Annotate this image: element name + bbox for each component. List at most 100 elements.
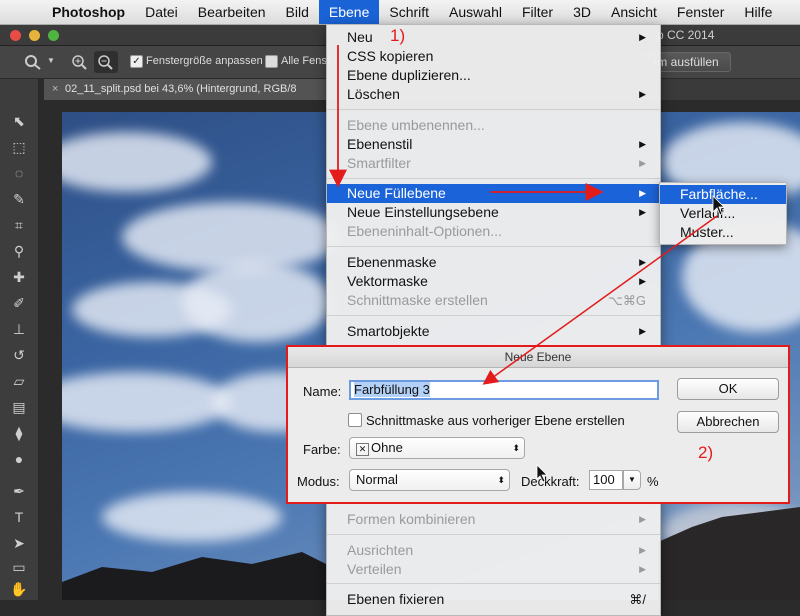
menu-bild[interactable]: Bild bbox=[276, 0, 319, 24]
shape-tool-icon[interactable]: ▭ bbox=[8, 557, 30, 577]
menu-datei[interactable]: Datei bbox=[135, 0, 188, 24]
menu-item-smartfilter[interactable]: Smartfilter ▶ bbox=[327, 154, 660, 173]
menu-item-label: Ebeneninhalt-Optionen... bbox=[347, 223, 502, 239]
name-label: Name: bbox=[303, 384, 342, 399]
zoom-out-button[interactable] bbox=[94, 51, 118, 73]
zoom-tool-icon[interactable] bbox=[24, 54, 42, 70]
menu-schrift[interactable]: Schrift bbox=[379, 0, 439, 24]
menu-item-label: Schnittmaske erstellen bbox=[347, 292, 488, 308]
menu-hilfe[interactable]: Hilfe bbox=[734, 0, 782, 24]
gradient-tool-icon[interactable]: ▤ bbox=[8, 397, 30, 417]
lasso-tool-icon[interactable]: ◌ bbox=[8, 163, 30, 183]
annotation-step-2: 2) bbox=[698, 443, 714, 462]
menu-fenster[interactable]: Fenster bbox=[667, 0, 734, 24]
path-selection-tool-icon[interactable]: ➤ bbox=[8, 533, 30, 553]
menu-item-verteilen[interactable]: Verteilen ▶ bbox=[327, 560, 660, 579]
menu-item-ebeneninhalt-optionen[interactable]: Ebeneninhalt-Optionen... bbox=[327, 222, 660, 241]
layer-name-input[interactable]: Farbfüllung 3 bbox=[349, 380, 659, 400]
eyedropper-tool-icon[interactable]: ⚲ bbox=[8, 241, 30, 261]
submenu-item-farbflaeche[interactable]: Farbfläche... bbox=[660, 185, 786, 204]
blur-tool-icon[interactable]: ⧫ bbox=[8, 423, 30, 443]
zoom-in-icon[interactable] bbox=[71, 54, 89, 70]
opacity-input[interactable]: 100 bbox=[589, 470, 623, 490]
menu-item-label: Ebene umbenennen... bbox=[347, 117, 485, 133]
quick-selection-tool-icon[interactable]: ✎ bbox=[8, 189, 30, 209]
menu-item-ebenenstil[interactable]: Ebenenstil ▶ bbox=[327, 135, 660, 154]
move-tool-icon[interactable]: ⬉ bbox=[8, 111, 30, 131]
history-brush-tool-icon[interactable]: ↺ bbox=[8, 345, 30, 365]
menu-item-label: Ebenenstil bbox=[347, 136, 413, 152]
select-arrows-icon: ⬍ bbox=[497, 475, 505, 485]
menu-item-schnittmaske-erstellen[interactable]: Schnittmaske erstellen ⌥⌘G bbox=[327, 291, 660, 310]
color-select-value: Ohne bbox=[371, 440, 403, 455]
menu-item-label: Neue Einstellungsebene bbox=[347, 204, 499, 220]
menu-item-label: Vektormaske bbox=[347, 273, 428, 289]
menu-separator bbox=[327, 534, 660, 535]
submenu-arrow-icon: ▶ bbox=[639, 139, 646, 149]
menu-item-smartobjekte[interactable]: Smartobjekte ▶ bbox=[327, 322, 660, 341]
menu-item-css-kopieren[interactable]: CSS kopieren bbox=[327, 47, 660, 66]
neue-ebene-dialog: Neue Ebene Name: Farbfüllung 3 OK Schnit… bbox=[288, 347, 788, 502]
menu-app-photoshop[interactable]: Photoshop bbox=[42, 0, 135, 24]
menu-3d[interactable]: 3D bbox=[563, 0, 601, 24]
document-tab-title: 02_11_split.psd bei 43,6% (Hintergrund, … bbox=[65, 83, 297, 95]
submenu-item-verlauf[interactable]: Verlauf... bbox=[660, 204, 786, 223]
type-tool-icon[interactable]: T bbox=[8, 507, 30, 527]
menu-item-ebene-umbenennen[interactable]: Ebene umbenennen... bbox=[327, 116, 660, 135]
close-window-button[interactable] bbox=[10, 30, 21, 41]
submenu-arrow-icon: ▶ bbox=[639, 158, 646, 168]
all-windows-checkbox[interactable] bbox=[265, 55, 278, 68]
menu-item-ebene-duplizieren[interactable]: Ebene duplizieren... bbox=[327, 66, 660, 85]
submenu-arrow-icon: ▶ bbox=[639, 32, 646, 42]
menu-item-formen-kombinieren[interactable]: Formen kombinieren ▶ bbox=[327, 510, 660, 529]
eraser-tool-icon[interactable]: ▱ bbox=[8, 371, 30, 391]
menu-item-label: Neue Füllebene bbox=[347, 185, 446, 201]
minimize-window-button[interactable] bbox=[29, 30, 40, 41]
all-windows-label: Alle Fenst bbox=[281, 55, 330, 67]
submenu-arrow-icon: ▶ bbox=[639, 276, 646, 286]
submenu-arrow-icon: ▶ bbox=[639, 188, 646, 198]
menu-separator bbox=[327, 109, 660, 110]
menu-ansicht[interactable]: Ansicht bbox=[601, 0, 667, 24]
opacity-unit: % bbox=[647, 474, 659, 489]
menu-bearbeiten[interactable]: Bearbeiten bbox=[188, 0, 276, 24]
resize-windows-checkbox[interactable]: ✓ bbox=[130, 55, 143, 68]
neue-fuellebene-submenu: Farbfläche... Verlauf... Muster... bbox=[659, 182, 787, 245]
menu-item-neue-fuellebene[interactable]: Neue Füllebene ▶ bbox=[327, 184, 660, 203]
menu-ebene[interactable]: Ebene bbox=[318, 0, 380, 24]
healing-brush-tool-icon[interactable]: ✚ bbox=[8, 267, 30, 287]
blend-mode-select[interactable]: Normal ⬍ bbox=[349, 469, 510, 491]
marquee-tool-icon[interactable]: ⬚ bbox=[8, 137, 30, 157]
dodge-tool-icon[interactable]: ● bbox=[8, 449, 30, 469]
tool-preset-chevron-icon[interactable]: ▼ bbox=[47, 56, 55, 65]
menu-auswahl[interactable]: Auswahl bbox=[439, 0, 512, 24]
clipping-mask-label: Schnittmaske aus vorheriger Ebene erstel… bbox=[366, 413, 625, 428]
ok-button[interactable]: OK bbox=[677, 378, 779, 400]
clipping-mask-checkbox[interactable] bbox=[348, 413, 362, 427]
submenu-item-muster[interactable]: Muster... bbox=[660, 223, 786, 242]
menu-separator bbox=[327, 246, 660, 247]
clone-stamp-tool-icon[interactable]: ⊥ bbox=[8, 319, 30, 339]
menu-item-vektormaske[interactable]: Vektormaske ▶ bbox=[327, 272, 660, 291]
menu-shortcut: ⌥⌘G bbox=[607, 293, 646, 308]
opacity-label: Deckkraft: bbox=[521, 474, 580, 489]
color-select[interactable]: ✕ Ohne ⬍ bbox=[349, 437, 525, 459]
hand-tool-icon[interactable]: ✋ bbox=[8, 579, 30, 599]
menu-item-loeschen[interactable]: Löschen ▶ bbox=[327, 85, 660, 104]
opacity-dropdown-button[interactable]: ▼ bbox=[623, 470, 641, 490]
brush-tool-icon[interactable]: ✐ bbox=[8, 293, 30, 313]
document-tab[interactable]: × 02_11_split.psd bei 43,6% (Hintergrund… bbox=[44, 79, 335, 100]
menu-filter[interactable]: Filter bbox=[512, 0, 563, 24]
menu-item-ebenenmaske[interactable]: Ebenenmaske ▶ bbox=[327, 253, 660, 272]
close-tab-icon[interactable]: × bbox=[52, 79, 58, 100]
crop-tool-icon[interactable]: ⌗ bbox=[8, 215, 30, 235]
menu-item-neue-einstellungsebene[interactable]: Neue Einstellungsebene ▶ bbox=[327, 203, 660, 222]
menu-item-label: Löschen bbox=[347, 86, 400, 102]
menu-item-label: Ebene duplizieren... bbox=[347, 67, 471, 83]
pen-tool-icon[interactable]: ✒ bbox=[8, 481, 30, 501]
menu-item-label: Ebenenmaske bbox=[347, 254, 437, 270]
menu-item-ausrichten[interactable]: Ausrichten ▶ bbox=[327, 541, 660, 560]
maximize-window-button[interactable] bbox=[48, 30, 59, 41]
menu-item-neu[interactable]: Neu ▶ bbox=[327, 28, 660, 47]
cancel-button[interactable]: Abbrechen bbox=[677, 411, 779, 433]
